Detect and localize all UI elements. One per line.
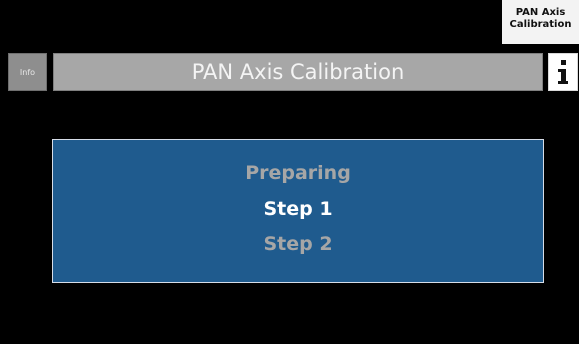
info-icon [558, 60, 568, 84]
info-icon-button[interactable] [548, 53, 578, 91]
pan-axis-tab-label-line2: Calibration [509, 19, 572, 30]
calibration-steps-panel: Preparing Step 1 Step 2 [52, 139, 544, 283]
step-1-active: Step 1 [263, 198, 333, 220]
calibration-screen: PAN Axis Calibration Info PAN Axis Calib… [0, 0, 579, 344]
page-title-bar: PAN Axis Calibration [53, 53, 543, 91]
info-button[interactable]: Info [8, 53, 47, 91]
step-preparing: Preparing [245, 162, 351, 184]
page-title: PAN Axis Calibration [191, 60, 405, 84]
step-2: Step 2 [263, 233, 333, 255]
pan-axis-calibration-tab[interactable]: PAN Axis Calibration [502, 0, 579, 44]
pan-axis-tab-label-line1: PAN Axis [515, 7, 566, 18]
